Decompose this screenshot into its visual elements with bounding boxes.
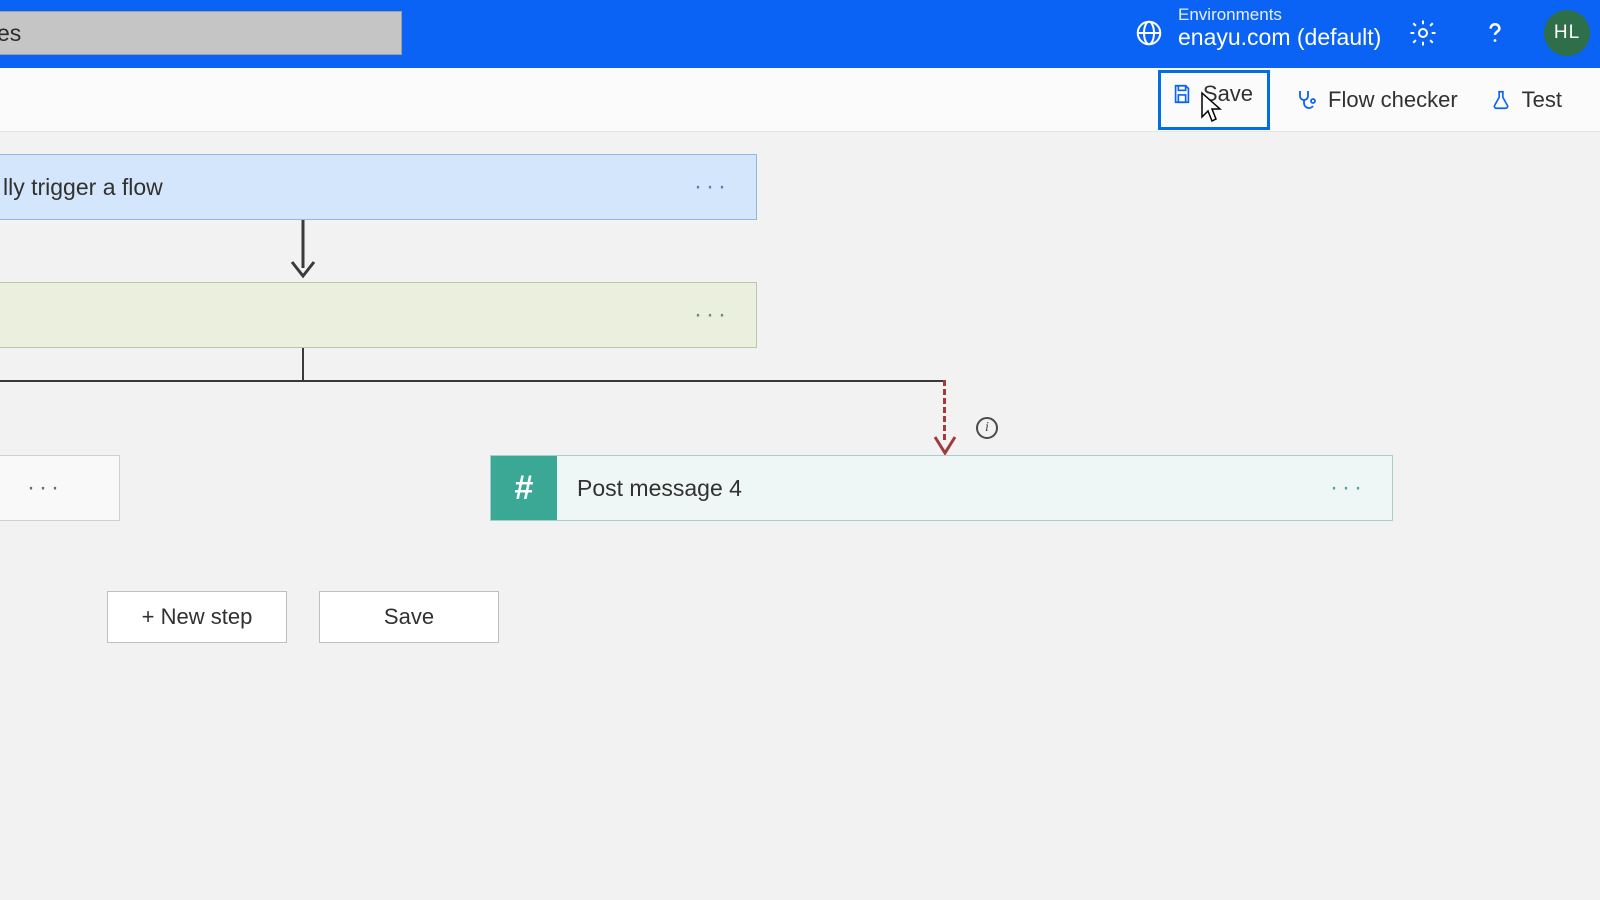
- app-header: es Environments enayu.com (default) HL: [0, 0, 1600, 68]
- save-icon: [1171, 83, 1193, 105]
- trigger-card[interactable]: lly trigger a flow ···: [0, 154, 757, 220]
- new-step-button[interactable]: + New step: [107, 591, 287, 643]
- save-button-bottom[interactable]: Save: [319, 591, 499, 643]
- save-label-bottom: Save: [384, 604, 434, 630]
- environment-picker[interactable]: Environments enayu.com (default): [1178, 6, 1381, 51]
- avatar-initials: HL: [1554, 22, 1580, 44]
- help-icon[interactable]: [1480, 18, 1510, 48]
- arrow-down-icon: [933, 435, 957, 457]
- gear-icon[interactable]: [1408, 18, 1438, 48]
- command-bar: Save Flow checker Test: [0, 68, 1600, 132]
- ellipsis-icon[interactable]: ···: [27, 474, 63, 502]
- ellipsis-icon[interactable]: ···: [694, 173, 756, 201]
- flow-checker-button[interactable]: Flow checker: [1286, 83, 1466, 117]
- connector-line: [0, 380, 945, 382]
- hash-icon: #: [491, 456, 557, 520]
- ellipsis-icon[interactable]: ···: [1330, 474, 1392, 502]
- post-message-title: Post message 4: [557, 475, 742, 502]
- post-message-card[interactable]: # Post message 4 ···: [490, 455, 1393, 521]
- trigger-title: lly trigger a flow: [3, 174, 163, 201]
- test-button[interactable]: Test: [1482, 83, 1570, 117]
- test-label: Test: [1522, 87, 1562, 113]
- connector-dashed: [943, 380, 946, 440]
- ellipsis-icon[interactable]: ···: [694, 301, 756, 329]
- save-label: Save: [1203, 81, 1253, 107]
- arrow-down-icon: [302, 220, 304, 282]
- save-button[interactable]: Save: [1158, 70, 1270, 130]
- flow-canvas[interactable]: lly trigger a flow ··· ··· i ··· # Post …: [0, 132, 1600, 900]
- globe-icon[interactable]: [1134, 18, 1164, 48]
- bottom-actions: + New step Save: [107, 591, 499, 643]
- info-icon[interactable]: i: [976, 417, 998, 439]
- action-card[interactable]: ···: [0, 282, 757, 348]
- search-text: es: [0, 20, 21, 47]
- avatar[interactable]: HL: [1544, 10, 1590, 56]
- new-step-label: + New step: [142, 604, 253, 630]
- search-input[interactable]: es: [0, 11, 402, 55]
- connector-line: [302, 348, 304, 382]
- flask-icon: [1490, 89, 1512, 111]
- stethoscope-icon: [1294, 88, 1318, 112]
- collapsed-branch-card[interactable]: ···: [0, 455, 120, 521]
- environment-name: enayu.com (default): [1178, 23, 1381, 51]
- flow-checker-label: Flow checker: [1328, 87, 1458, 113]
- environment-label: Environments: [1178, 6, 1381, 23]
